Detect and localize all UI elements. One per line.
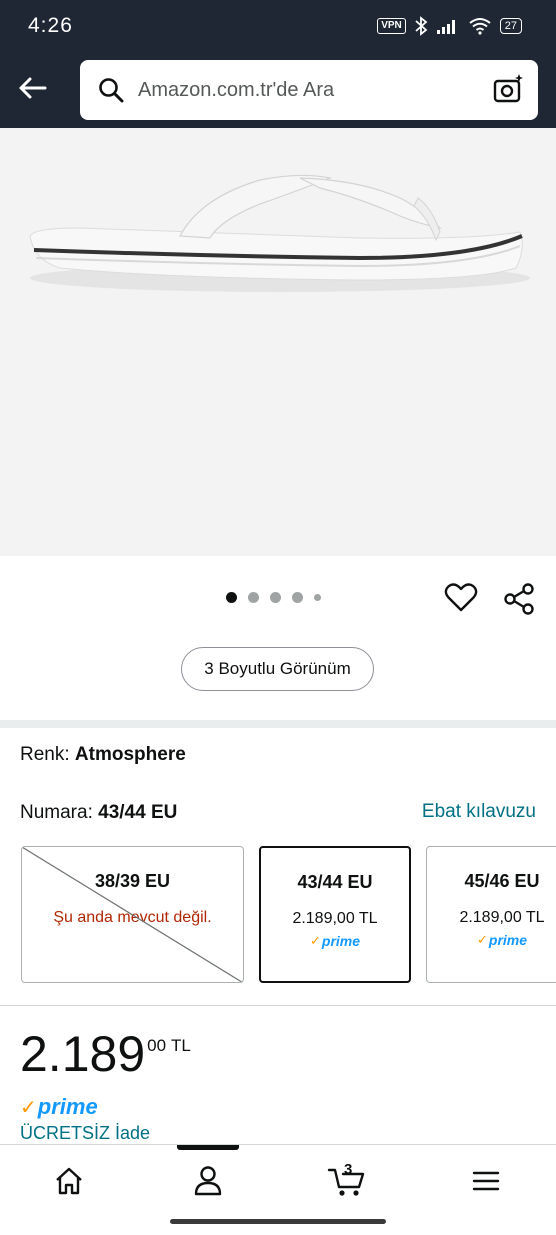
prime-check-icon: ✓: [20, 1097, 37, 1119]
prime-badge: ✓ prime: [309, 933, 361, 949]
search-input[interactable]: [138, 60, 468, 120]
carousel-dot[interactable]: [226, 592, 237, 603]
bottom-nav: 3: [0, 1144, 556, 1214]
nav-home[interactable]: [47, 1159, 91, 1203]
size-guide-link[interactable]: Ebat kılavuzu: [422, 801, 536, 823]
price-whole: 2.189: [20, 1026, 146, 1082]
color-label: Renk:: [20, 744, 75, 765]
share-icon: [504, 583, 534, 615]
prime-check-icon: ✓: [476, 932, 488, 947]
active-tab-indicator: [177, 1145, 239, 1150]
app-header: [0, 56, 556, 128]
camera-search-icon[interactable]: [492, 73, 524, 105]
divider: [0, 1005, 556, 1006]
system-home-bar[interactable]: [170, 1219, 386, 1224]
nav-cart[interactable]: 3: [325, 1159, 369, 1203]
back-arrow-icon: [19, 77, 47, 99]
account-icon: [194, 1166, 222, 1196]
price-fraction: 00: [147, 1036, 167, 1055]
bluetooth-icon: [415, 16, 428, 36]
size-value: 43/44 EU: [98, 802, 178, 823]
section-divider: [0, 720, 556, 728]
size-option-label: 45/46 EU: [464, 871, 540, 891]
prime-check-icon: ✓: [309, 933, 321, 948]
prime-logo: ✓ prime: [20, 1094, 98, 1119]
status-icons: VPN 27: [377, 16, 522, 36]
search-icon: [99, 78, 124, 103]
share-button[interactable]: [502, 582, 536, 621]
size-label: Numara:: [20, 802, 99, 823]
carousel-dots[interactable]: [226, 592, 321, 603]
size-option-45-46[interactable]: 45/46 EU 2.189,00 TL ✓ prime: [426, 846, 556, 983]
signal-icon: [436, 20, 455, 34]
view-3d-button[interactable]: 3 Boyutlu Görünüm: [181, 647, 374, 691]
nav-menu[interactable]: [464, 1159, 508, 1203]
prime-badge: ✓ prime: [476, 932, 528, 948]
carousel-dot[interactable]: [248, 592, 259, 603]
cart-count: 3: [344, 1161, 353, 1178]
carousel-dot[interactable]: [292, 592, 303, 603]
size-option-label: 43/44 EU: [297, 872, 373, 892]
size-options: 38/39 EU Şu anda mevcut değil. 43/44 EU …: [0, 846, 556, 984]
back-button[interactable]: [12, 68, 52, 108]
status-bar: 4:26 VPN 27: [0, 0, 556, 56]
size-option-43-44[interactable]: 43/44 EU 2.189,00 TL ✓ prime: [259, 846, 411, 983]
size-option-38-39[interactable]: 38/39 EU Şu anda mevcut değil.: [21, 846, 244, 983]
unavailable-strike: [22, 847, 243, 982]
nav-account[interactable]: [186, 1159, 230, 1203]
flip-flop-image: [29, 174, 530, 292]
product-price: 2.189 00 TL: [20, 1026, 191, 1082]
search-bar[interactable]: [80, 60, 538, 120]
heart-icon: [444, 583, 478, 612]
product-image[interactable]: [0, 128, 556, 556]
wishlist-button[interactable]: [444, 582, 478, 619]
home-icon: [56, 1167, 82, 1195]
image-controls: 3 Boyutlu Görünüm: [0, 556, 556, 720]
menu-icon: [472, 1171, 500, 1191]
size-selection: Numara: 43/44 EU: [20, 802, 177, 824]
color-selection: Renk: Atmosphere: [20, 744, 186, 766]
size-option-price: 2.189,00 TL: [459, 909, 545, 926]
vpn-icon: VPN: [377, 18, 406, 34]
status-time: 4:26: [28, 14, 73, 37]
wifi-icon: [469, 18, 491, 35]
carousel-dot[interactable]: [314, 594, 321, 601]
size-option-price: 2.189,00 TL: [292, 910, 378, 927]
carousel-dot[interactable]: [270, 592, 281, 603]
color-value: Atmosphere: [74, 744, 186, 765]
battery-icon: 27: [499, 18, 522, 34]
price-currency: TL: [171, 1036, 191, 1055]
free-return-link[interactable]: ÜCRETSİZ İade: [20, 1123, 150, 1144]
